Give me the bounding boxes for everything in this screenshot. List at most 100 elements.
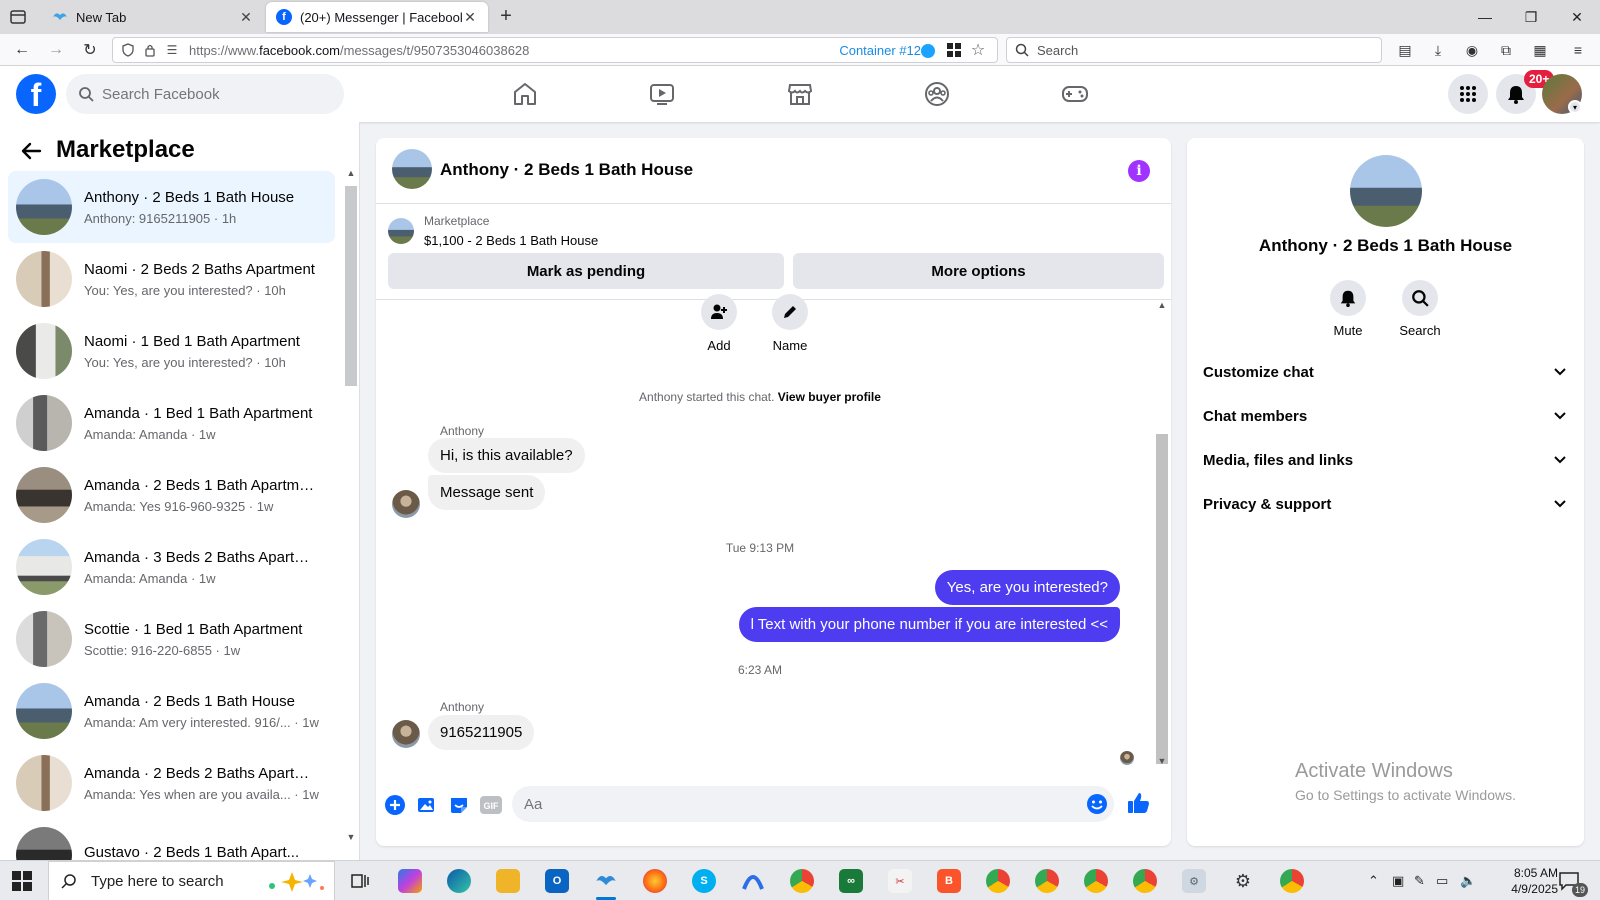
outgoing-message[interactable]: l Text with your phone number if you are…: [738, 607, 1120, 642]
new-tab-plus-icon[interactable]: +: [494, 5, 518, 29]
facebook-search-input[interactable]: [102, 85, 322, 103]
groups-icon[interactable]: [922, 80, 952, 108]
system-clock[interactable]: 8:05 AM 4/9/2025: [1486, 865, 1558, 897]
permissions-icon[interactable]: ☰: [163, 41, 181, 59]
back-arrow-icon[interactable]: ←: [10, 38, 34, 62]
chrome-profile-r2-icon[interactable]: [1133, 869, 1157, 893]
chrome-profile-icon[interactable]: [1280, 869, 1304, 893]
file-explorer-icon[interactable]: [496, 869, 520, 893]
outlook-app-icon[interactable]: O: [545, 869, 569, 893]
scroll-down-icon[interactable]: ▼: [1156, 756, 1168, 770]
taskbar-search[interactable]: Type here to search: [48, 861, 335, 900]
sender-avatar[interactable]: [392, 720, 420, 748]
scroll-up-icon[interactable]: ▲: [345, 168, 357, 182]
scroll-up-icon[interactable]: ▲: [1156, 300, 1168, 314]
skype-app-icon[interactable]: S: [692, 869, 716, 893]
green-app-icon[interactable]: ∞: [839, 869, 863, 893]
network-icon[interactable]: ▭: [1436, 873, 1448, 889]
reader-view-icon[interactable]: ▤: [1395, 40, 1415, 60]
sticker-icon[interactable]: [448, 794, 470, 816]
incoming-message[interactable]: 9165211905: [428, 715, 535, 750]
conversation-item[interactable]: Naomi · 2 Beds 2 Baths Apartment You: Yes…: [8, 243, 335, 315]
sidebar-scrollbar[interactable]: ▲ ▼: [343, 168, 357, 858]
conversation-item[interactable]: Naomi · 1 Bed 1 Bath Apartment You: Yes, …: [8, 315, 335, 387]
home-icon[interactable]: [510, 80, 540, 108]
tray-device-icon[interactable]: ▣: [1392, 873, 1404, 889]
message-input-field[interactable]: [512, 786, 1114, 822]
windows-start-icon[interactable]: [12, 871, 32, 891]
name-chat-action[interactable]: Name: [760, 294, 820, 353]
info-icon[interactable]: i: [1128, 160, 1150, 182]
chat-avatar[interactable]: [392, 149, 432, 189]
chrome-profile-md-icon[interactable]: [1084, 869, 1108, 893]
close-window-icon[interactable]: ✕: [1554, 0, 1600, 34]
apps-grid-icon[interactable]: ▦: [1530, 40, 1550, 60]
back-arrow-icon[interactable]: [20, 140, 44, 164]
conversation-item[interactable]: Amanda · 1 Bed 1 Bath Apartment Amanda: A…: [8, 387, 335, 459]
lock-icon[interactable]: [141, 41, 159, 59]
conversation-item[interactable]: Amanda · 2 Beds 1 Bath Apartme... Amanda:…: [8, 459, 335, 531]
photo-icon[interactable]: [416, 794, 438, 816]
minimize-icon[interactable]: —: [1462, 0, 1508, 34]
shield-icon[interactable]: [119, 41, 137, 59]
facebook-search[interactable]: [66, 74, 344, 114]
tray-chevron-up-icon[interactable]: ⌃: [1368, 873, 1379, 889]
chat-scrollbar[interactable]: ▲ ▼: [1154, 300, 1168, 770]
chrome-app-icon[interactable]: [790, 869, 814, 893]
chrome-profile-r-icon[interactable]: [1035, 869, 1059, 893]
download-icon[interactable]: ⤓: [1428, 40, 1448, 60]
sender-avatar[interactable]: [392, 490, 420, 518]
scrollbar-thumb[interactable]: [345, 186, 357, 386]
message-input[interactable]: [524, 795, 1064, 813]
scroll-down-icon[interactable]: ▼: [345, 832, 357, 846]
conversation-item[interactable]: Amanda · 2 Beds 1 Bath House Amanda: Am v…: [8, 675, 335, 747]
grid-extension-icon[interactable]: [945, 41, 963, 59]
mark-as-pending-button[interactable]: Mark as pending: [388, 253, 784, 289]
privacy-support-section[interactable]: Privacy & support: [1203, 484, 1567, 524]
mute-action[interactable]: Mute: [1313, 280, 1383, 338]
conversation-item[interactable]: Amanda · 3 Beds 2 Baths Apartm... Amanda:…: [8, 531, 335, 603]
incoming-message[interactable]: Message sent: [428, 475, 546, 510]
tab-list-icon[interactable]: [6, 6, 30, 28]
browser-search-field[interactable]: Search: [1006, 37, 1382, 63]
marketplace-icon[interactable]: [785, 80, 815, 108]
chevron-down-icon[interactable]: ▾: [1568, 100, 1582, 114]
thumbs-up-icon[interactable]: [1126, 790, 1152, 816]
extensions-icon[interactable]: ⧉: [1496, 40, 1516, 60]
view-buyer-profile-link[interactable]: View buyer profile: [778, 390, 881, 404]
tray-edit-icon[interactable]: ✎: [1414, 873, 1425, 889]
tool-app-icon[interactable]: ✂: [888, 869, 912, 893]
scrollbar-thumb[interactable]: [1156, 434, 1168, 764]
outgoing-message[interactable]: Yes, are you interested?: [934, 570, 1120, 605]
conversation-item[interactable]: Scottie · 1 Bed 1 Bath Apartment Scottie:…: [8, 603, 335, 675]
gif-icon[interactable]: GIF: [480, 794, 502, 816]
forward-arrow-icon[interactable]: →: [44, 38, 68, 62]
plus-circle-icon[interactable]: [384, 794, 406, 816]
arc-app-icon[interactable]: [741, 869, 765, 893]
add-people-action[interactable]: Add: [689, 294, 749, 353]
firefox-app-icon[interactable]: [643, 869, 667, 893]
browser-app-icon[interactable]: [594, 869, 618, 900]
video-icon[interactable]: [647, 80, 677, 108]
conversation-item[interactable]: Gustavo · 2 Beds 1 Bath Apart...: [8, 819, 335, 860]
conversation-item[interactable]: Anthony · 2 Beds 1 Bath House Anthony: 91…: [8, 171, 335, 243]
gaming-icon[interactable]: [1060, 80, 1090, 108]
restore-icon[interactable]: ❐: [1508, 0, 1554, 34]
customize-chat-section[interactable]: Customize chat: [1203, 352, 1567, 392]
brave-app-icon[interactable]: B: [937, 869, 961, 893]
copilot-app-icon[interactable]: [398, 869, 422, 893]
menu-icon[interactable]: ≡: [1568, 40, 1588, 60]
close-tab-icon[interactable]: ✕: [238, 9, 254, 26]
chat-members-section[interactable]: Chat members: [1203, 396, 1567, 436]
volume-muted-icon[interactable]: 🔈: [1460, 873, 1476, 889]
account-icon[interactable]: ◉: [1462, 40, 1482, 60]
address-bar[interactable]: ☰ https://www.facebook.com/messages/t/95…: [112, 37, 998, 63]
listing-price[interactable]: $1,100 - 2 Beds 1 Bath House: [424, 233, 598, 248]
incoming-message[interactable]: Hi, is this available?: [428, 438, 585, 473]
media-files-links-section[interactable]: Media, files and links: [1203, 440, 1567, 480]
reload-icon[interactable]: ↻: [78, 38, 102, 62]
bookmark-star-icon[interactable]: ☆: [969, 41, 987, 59]
tab-new-tab[interactable]: New Tab ✕: [42, 2, 264, 32]
menu-grid-icon[interactable]: [1448, 74, 1488, 114]
container-label[interactable]: Container #12: [839, 43, 921, 58]
